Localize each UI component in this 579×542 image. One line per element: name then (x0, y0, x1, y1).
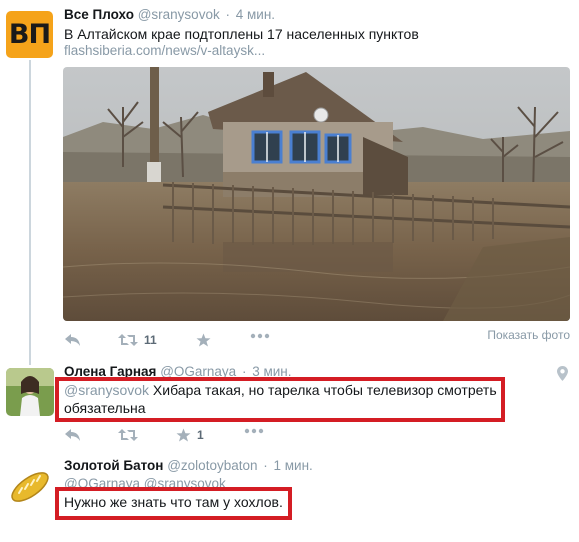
reply-button[interactable] (64, 333, 81, 347)
star-icon (196, 333, 211, 347)
reply-icon (65, 429, 80, 441)
separator: · (225, 7, 230, 22)
timestamp[interactable]: 4 мин. (236, 7, 275, 22)
user-photo (6, 368, 54, 416)
golden-loaf-icon (6, 462, 54, 510)
star-icon (176, 428, 191, 442)
like-button[interactable]: 1 (176, 428, 204, 442)
separator: · (263, 458, 268, 473)
tweet-text: В Алтайском крае подтоплены 17 населенны… (64, 26, 419, 42)
avatar[interactable] (6, 462, 54, 510)
thread-line (29, 60, 31, 365)
more-dots-icon (244, 428, 264, 434)
more-button[interactable] (244, 428, 264, 434)
avatar[interactable]: ВП (6, 11, 53, 58)
avatar-logo-text: ВП (8, 19, 51, 50)
like-button[interactable] (196, 333, 211, 347)
author-name[interactable]: Золотой Батон (64, 458, 163, 473)
reply-icon (65, 334, 80, 346)
retweet-count: 11 (144, 333, 157, 347)
more-button[interactable] (250, 333, 270, 339)
tweet-header: Золотой Батон @zolotoybaton · 1 мин. (64, 458, 313, 474)
location-pin-icon[interactable] (557, 366, 568, 381)
author-name[interactable]: Все Плохо (64, 7, 134, 22)
tweet-photo[interactable] (63, 67, 570, 321)
highlight-box (55, 487, 292, 520)
reply-button[interactable] (64, 428, 81, 442)
author-handle[interactable]: @sranysovok (138, 7, 220, 22)
retweet-button[interactable] (118, 428, 138, 442)
retweet-button[interactable]: 11 (118, 333, 157, 347)
retweet-icon (118, 334, 138, 346)
more-dots-icon (250, 333, 270, 339)
flooded-house-photo (63, 67, 570, 321)
highlight-box (55, 377, 505, 422)
tweet-link[interactable]: flashsiberia.com/news/v-altaysk... (64, 42, 265, 60)
timestamp[interactable]: 1 мин. (274, 458, 313, 473)
author-handle[interactable]: @zolotoybaton (167, 458, 257, 473)
show-photo-link[interactable]: Показать фото (487, 328, 570, 342)
retweet-icon (118, 429, 138, 441)
avatar[interactable] (6, 368, 54, 416)
tweet-header: Все Плохо @sranysovok · 4 мин. (64, 7, 275, 23)
like-count: 1 (197, 428, 204, 442)
